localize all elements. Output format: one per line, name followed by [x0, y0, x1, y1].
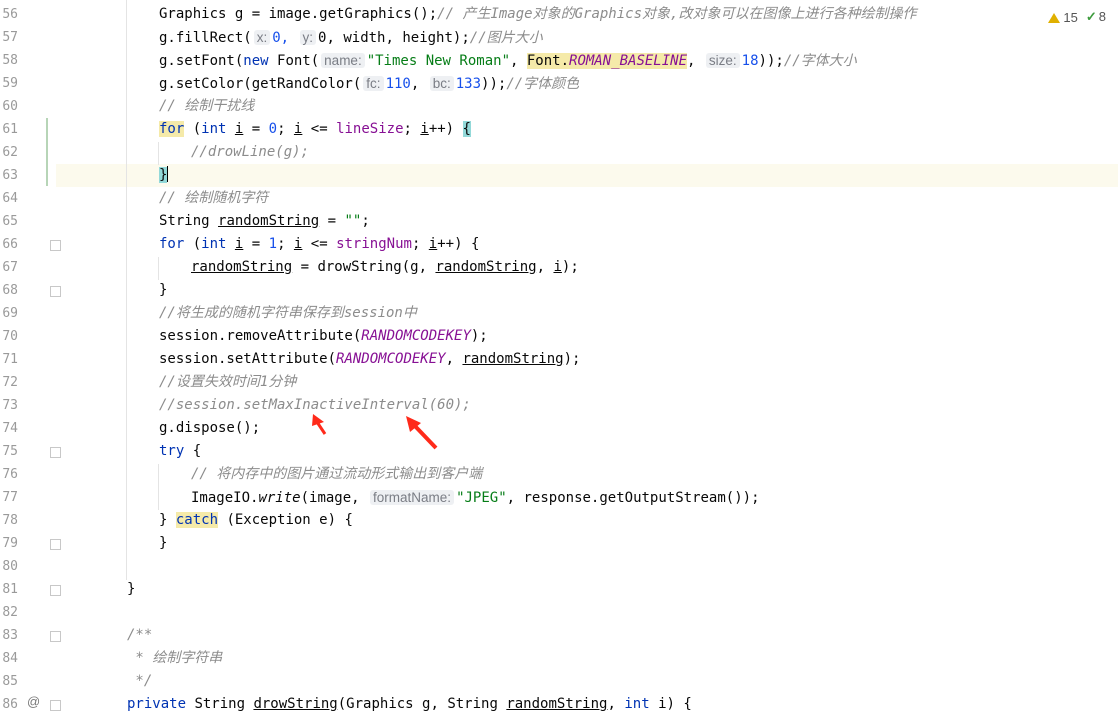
- code-line-71[interactable]: session.setAttribute(RANDOMCODEKEY, rand…: [159, 348, 580, 371]
- code-line-78[interactable]: } catch (Exception e) {: [159, 509, 353, 532]
- line-number: 85: [2, 674, 18, 689]
- code-line-69[interactable]: //将生成的随机字符串保存到session中: [159, 302, 417, 325]
- line-number: 77: [2, 490, 18, 505]
- param-hint: formatName:: [370, 490, 455, 505]
- line-number: 67: [2, 260, 18, 275]
- line-number: 63: [2, 168, 18, 183]
- indent-guide: [126, 0, 127, 580]
- code-editor[interactable]: Graphics g = image.getGraphics();// 产生Im…: [56, 0, 1118, 714]
- line-number: 79: [2, 536, 18, 551]
- line-number: 80: [2, 559, 18, 574]
- param-hint: y:: [299, 30, 317, 45]
- line-number: 56: [2, 7, 18, 22]
- line-number: 58: [2, 53, 18, 68]
- annotation-arrow-right: [406, 416, 438, 450]
- line-number: 72: [2, 375, 18, 390]
- indent-guide: [158, 142, 159, 165]
- code-line-56[interactable]: Graphics g = image.getGraphics();// 产生Im…: [159, 3, 916, 26]
- code-line-67[interactable]: randomString = drowString(g, randomStrin…: [191, 256, 579, 279]
- line-number: 74: [2, 421, 18, 436]
- line-number: 81: [2, 582, 18, 597]
- param-hint: bc:: [429, 76, 454, 91]
- param-hint: name:: [321, 53, 365, 68]
- line-number: 59: [2, 76, 18, 91]
- code-line-84[interactable]: * 绘制字符串: [127, 647, 222, 670]
- code-line-66[interactable]: for (int i = 1; i <= stringNum; i++) {: [159, 233, 479, 256]
- code-line-68[interactable]: }: [159, 279, 167, 302]
- change-marker: [46, 118, 48, 186]
- line-number: 84: [2, 651, 18, 666]
- line-number: 86: [2, 697, 18, 712]
- code-line-70[interactable]: session.removeAttribute(RANDOMCODEKEY);: [159, 325, 488, 348]
- line-number: 61: [2, 122, 18, 137]
- code-line-86[interactable]: private String drowString(Graphics g, St…: [127, 693, 692, 716]
- code-line-72[interactable]: //设置失效时间1分钟: [159, 371, 296, 394]
- line-number: 83: [2, 628, 18, 643]
- editor-gutter: 56 57 58 59 60 61 62 63 64 65 66 67 68 69 70 71 72 73 74 75…: [0, 0, 61, 714]
- code-line-59[interactable]: g.setColor(getRandColor(fc: 110, bc: 133))…: [159, 72, 579, 95]
- line-number: 69: [2, 306, 18, 321]
- indent-guide: [158, 257, 159, 280]
- code-line-76[interactable]: // 将内存中的图片通过流动形式输出到客户端: [191, 463, 482, 486]
- annotation-arrows: [312, 414, 438, 450]
- line-number: 70: [2, 329, 18, 344]
- param-hint: size:: [705, 53, 740, 68]
- code-line-81[interactable]: }: [127, 578, 135, 601]
- param-hint: fc:: [363, 76, 384, 91]
- code-line-65[interactable]: String randomString = "";: [159, 210, 370, 233]
- line-number: 82: [2, 605, 18, 620]
- code-line-77[interactable]: ImageIO.write(image, formatName: "JPEG", …: [191, 486, 760, 509]
- line-number: 75: [2, 444, 18, 459]
- code-line-61[interactable]: for (int i = 0; i <= lineSize; i++) {: [159, 118, 471, 141]
- code-line-62[interactable]: //drowLine(g);: [191, 141, 309, 164]
- line-number: 62: [2, 145, 18, 160]
- annotation-arrow-left: [312, 414, 327, 435]
- code-line-64[interactable]: // 绘制随机字符: [159, 187, 268, 210]
- line-number: 64: [2, 191, 18, 206]
- indent-guide: [158, 464, 159, 510]
- code-line-79[interactable]: }: [159, 532, 167, 555]
- line-number: 66: [2, 237, 18, 252]
- line-number: 73: [2, 398, 18, 413]
- line-number: 60: [2, 99, 18, 114]
- code-line-74[interactable]: g.dispose();: [159, 417, 260, 440]
- line-number: 76: [2, 467, 18, 482]
- param-hint: x:: [253, 30, 271, 45]
- line-number: 71: [2, 352, 18, 367]
- code-line-57[interactable]: g.fillRect(x: 0, y: 0, width, height);//图片…: [159, 26, 543, 49]
- code-line-85[interactable]: */: [127, 670, 152, 693]
- text-cursor: [167, 166, 169, 182]
- code-line-63[interactable]: }: [159, 164, 169, 187]
- line-number: 65: [2, 214, 18, 229]
- code-line-83[interactable]: /**: [127, 624, 152, 647]
- override-icon[interactable]: @: [27, 694, 40, 709]
- code-line-58[interactable]: g.setFont(new Font(name: "Times New Roman…: [159, 49, 857, 72]
- code-line-60[interactable]: // 绘制干扰线: [159, 95, 254, 118]
- line-number: 57: [2, 30, 18, 45]
- current-line-highlight: [56, 164, 1118, 187]
- line-number: 68: [2, 283, 18, 298]
- code-line-75[interactable]: try {: [159, 440, 201, 463]
- line-number: 78: [2, 513, 18, 528]
